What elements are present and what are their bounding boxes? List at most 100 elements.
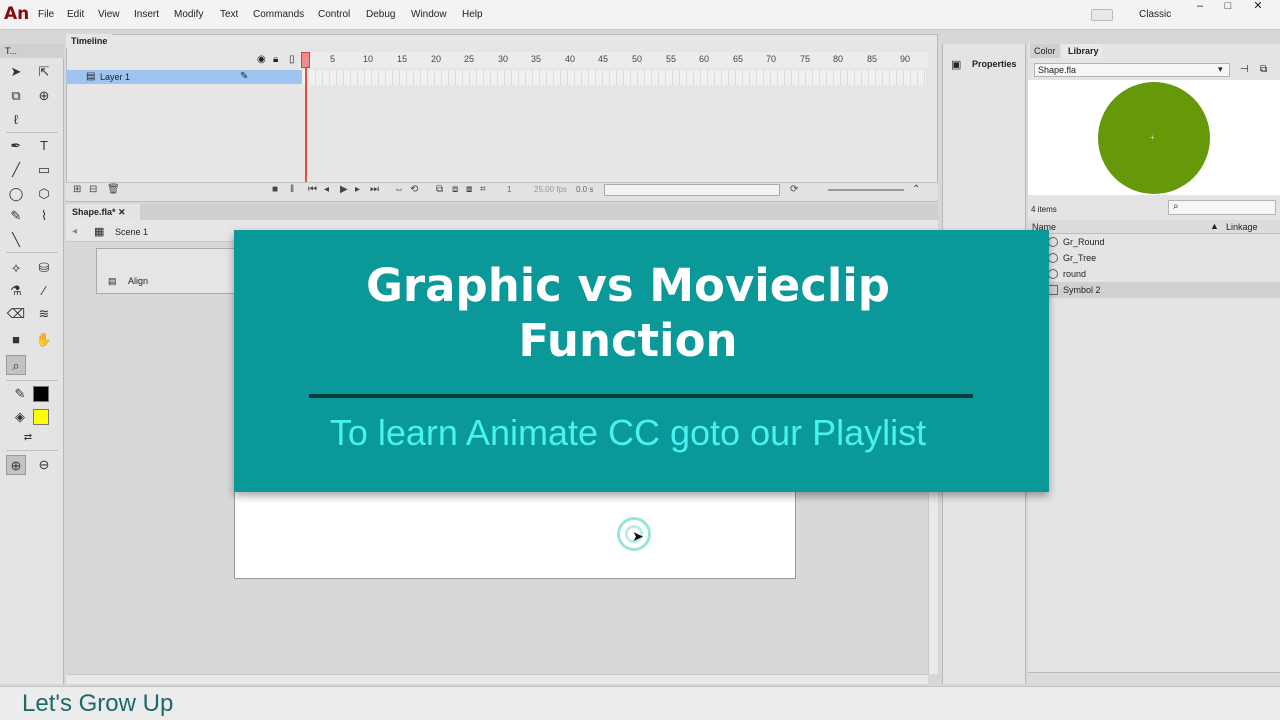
bone-tool-icon[interactable]: ⟡: [6, 258, 26, 278]
list-item[interactable]: Gr_Tree: [1044, 250, 1280, 266]
subselection-tool-icon[interactable]: ⇱: [34, 62, 54, 82]
show-hide-layers-icon[interactable]: ◉: [257, 54, 266, 65]
menu-help[interactable]: Help: [462, 9, 483, 20]
zoom-out-icon[interactable]: ⊖: [34, 455, 54, 475]
close-button[interactable]: ✕: [1244, 0, 1272, 14]
back-arrow-icon[interactable]: ◂: [72, 226, 77, 237]
menu-text[interactable]: Text: [220, 9, 238, 20]
rectangle-tool-icon[interactable]: ▭: [34, 160, 54, 180]
playhead[interactable]: [305, 52, 307, 182]
brush-tool-icon[interactable]: ╲: [6, 230, 26, 250]
eyedropper-tool-icon[interactable]: ⁄: [34, 281, 54, 301]
close-tab-icon[interactable]: ✕: [118, 207, 126, 217]
stroke-color-swatch[interactable]: [33, 386, 49, 402]
tab-library[interactable]: Library: [1062, 44, 1102, 58]
pause-icon[interactable]: ‖: [290, 184, 294, 195]
ink-bottle-tool-icon[interactable]: ⚗: [6, 281, 26, 301]
oval-tool-icon[interactable]: ◯: [6, 184, 26, 204]
3d-rotation-tool-icon[interactable]: ⊕: [34, 86, 54, 106]
tab-color[interactable]: Color: [1030, 44, 1060, 58]
sort-ascending-icon[interactable]: ▲: [1210, 221, 1219, 231]
frame-rate[interactable]: 25.00 fps: [534, 185, 567, 194]
delete-layer-icon[interactable]: 🗑︎: [107, 184, 120, 195]
pen-tool-icon[interactable]: ✒: [6, 136, 26, 156]
horizontal-scrollbar[interactable]: [66, 674, 928, 684]
minimize-button[interactable]: –: [1186, 0, 1214, 14]
outline-layers-icon[interactable]: ▯: [289, 54, 295, 65]
paint-brush-tool-icon[interactable]: ⌇: [34, 206, 54, 226]
go-to-first-frame-icon[interactable]: ⏮︎: [308, 184, 317, 195]
stage[interactable]: [234, 480, 796, 579]
align-panel[interactable]: [96, 248, 236, 294]
menu-control[interactable]: Control: [318, 9, 350, 20]
free-transform-tool-icon[interactable]: ⧉: [6, 86, 26, 106]
elapsed-time[interactable]: 0.0 s: [576, 185, 593, 194]
timeline-tab[interactable]: Timeline: [66, 34, 112, 48]
camera-tool-icon[interactable]: ■: [6, 330, 26, 350]
column-linkage[interactable]: Linkage: [1226, 222, 1258, 232]
polystar-tool-icon[interactable]: ⬡: [34, 184, 54, 204]
frame-grid[interactable]: [302, 70, 926, 85]
timeline-scrollbar[interactable]: [604, 184, 780, 196]
eraser-tool-icon[interactable]: ⌫: [6, 304, 26, 324]
pin-icon[interactable]: ⊣: [1240, 64, 1249, 75]
lasso-tool-icon[interactable]: ℓ: [6, 110, 26, 130]
loop-playback-icon[interactable]: ⟳: [790, 184, 798, 195]
sync-settings-icon[interactable]: [1091, 9, 1113, 21]
step-back-icon[interactable]: ◂: [324, 184, 329, 195]
onion-skin-outlines-icon[interactable]: ⧈: [452, 184, 458, 195]
zoom-tool-icon[interactable]: ⌕: [6, 355, 26, 375]
library-document-select[interactable]: Shape.fla: [1034, 63, 1230, 77]
current-frame[interactable]: 1: [507, 185, 511, 194]
workspace-switcher[interactable]: Classic: [1139, 9, 1171, 20]
menu-edit[interactable]: Edit: [67, 9, 84, 20]
stroke-color-icon[interactable]: ✎: [10, 384, 30, 404]
line-tool-icon[interactable]: ╱: [6, 160, 26, 180]
play-icon[interactable]: ▶: [340, 184, 348, 195]
menu-file[interactable]: File: [38, 9, 54, 20]
hand-tool-icon[interactable]: ✋: [34, 330, 54, 350]
center-frame-icon[interactable]: ⇔: [394, 184, 404, 195]
fill-color-icon[interactable]: ◈: [10, 407, 30, 427]
list-item[interactable]: round: [1044, 266, 1280, 282]
menu-window[interactable]: Window: [411, 9, 447, 20]
layer-name[interactable]: Layer 1: [100, 72, 130, 82]
align-label[interactable]: Align: [128, 276, 148, 286]
menu-debug[interactable]: Debug: [366, 9, 395, 20]
new-library-panel-icon[interactable]: ⧉: [1260, 64, 1267, 75]
swap-colors-icon[interactable]: ⇄: [18, 428, 38, 448]
new-folder-icon[interactable]: ⊟: [89, 184, 97, 195]
list-item[interactable]: Gr_Round: [1044, 234, 1280, 250]
menu-modify[interactable]: Modify: [174, 9, 203, 20]
library-search-input[interactable]: ⌕: [1168, 200, 1276, 215]
step-forward-icon[interactable]: ▸: [355, 184, 360, 195]
loop-icon[interactable]: ⟲: [410, 184, 418, 195]
document-tab[interactable]: Shape.fla* ✕: [66, 204, 140, 220]
selection-tool-icon[interactable]: ➤: [6, 62, 26, 82]
properties-label[interactable]: Properties: [972, 59, 1017, 69]
go-to-last-frame-icon[interactable]: ⏭︎: [370, 184, 379, 195]
modify-markers-icon[interactable]: ⌗: [480, 184, 486, 195]
scene-label[interactable]: Scene 1: [115, 227, 148, 237]
maximize-button[interactable]: □: [1214, 0, 1242, 14]
edit-multiple-frames-icon[interactable]: ⧇: [466, 184, 472, 195]
new-layer-icon[interactable]: ⊞: [73, 184, 81, 195]
timeline-options-icon[interactable]: ⌃: [912, 184, 920, 195]
lock-layers-icon[interactable]: 🔒︎: [273, 54, 278, 65]
menu-commands[interactable]: Commands: [253, 9, 304, 20]
menu-view[interactable]: View: [98, 9, 120, 20]
list-item[interactable]: Symbol 2: [1044, 282, 1280, 298]
playhead-handle[interactable]: [301, 52, 310, 68]
pencil-tool-icon[interactable]: ✎: [6, 206, 26, 226]
chevron-down-icon[interactable]: ▾: [1218, 64, 1223, 75]
fill-color-swatch[interactable]: [33, 409, 49, 425]
zoom-in-icon[interactable]: ⊕: [6, 455, 26, 475]
paint-bucket-tool-icon[interactable]: ⛁: [34, 258, 54, 278]
camera-toggle-icon[interactable]: ■: [272, 184, 278, 195]
width-tool-icon[interactable]: ≋: [34, 304, 54, 324]
onion-skin-icon[interactable]: ⧉: [436, 184, 443, 195]
text-tool-icon[interactable]: T: [34, 136, 54, 156]
timeline-zoom-slider[interactable]: [828, 189, 904, 191]
tools-tab[interactable]: T...: [0, 44, 64, 58]
menu-insert[interactable]: Insert: [134, 9, 159, 20]
